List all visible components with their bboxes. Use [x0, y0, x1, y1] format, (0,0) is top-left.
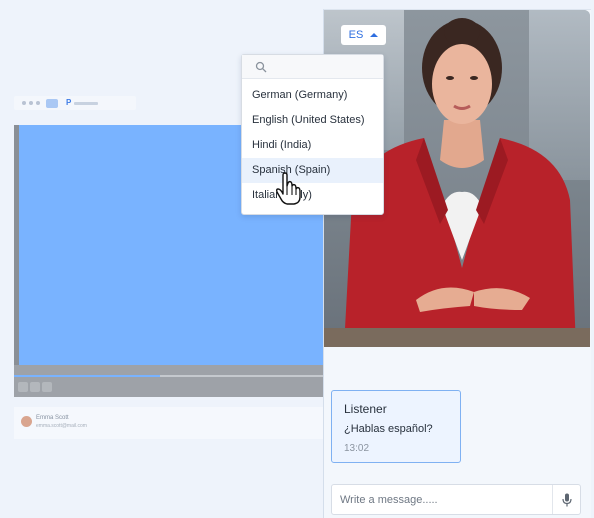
camera-icon: [46, 99, 58, 108]
timeline-progress-fill: [14, 375, 160, 377]
language-option-spanish[interactable]: Spanish (Spain): [242, 158, 383, 183]
message-composer: [331, 484, 581, 515]
rewind-button[interactable]: [18, 382, 28, 392]
app-logo: P: [66, 98, 72, 107]
chat-message: Listener ¿Hablas español? 13:02: [331, 390, 461, 463]
language-option-italian[interactable]: Italian (Italy): [242, 183, 383, 208]
language-option-german[interactable]: German (Germany): [242, 83, 383, 108]
search-icon: [255, 61, 267, 73]
forward-button[interactable]: [42, 382, 52, 392]
message-text: ¿Hablas español?: [344, 423, 433, 435]
language-dropdown: German (Germany) English (United States)…: [241, 54, 384, 215]
owner-name: Emma Scott: [36, 415, 69, 421]
hand-pointer-icon: [275, 172, 301, 205]
language-selector[interactable]: ES: [341, 25, 386, 45]
timeline-progress[interactable]: [14, 375, 324, 377]
player-buttons: [18, 382, 52, 392]
microphone-icon: [562, 493, 572, 506]
player-controls: [14, 365, 324, 397]
app-title-placeholder: [74, 102, 98, 105]
language-option-hindi[interactable]: Hindi (India): [242, 133, 383, 158]
owner-bar: Emma Scott emma.scott@mail.com: [14, 407, 324, 439]
message-input[interactable]: [340, 485, 540, 514]
message-time: 13:02: [344, 443, 370, 454]
language-search[interactable]: [242, 55, 383, 79]
window-dots: [22, 101, 40, 105]
avatar: [21, 416, 32, 427]
language-code: ES: [348, 29, 364, 41]
caret-up-icon: [370, 33, 379, 37]
owner-email: emma.scott@mail.com: [36, 423, 87, 429]
language-option-english[interactable]: English (United States): [242, 108, 383, 133]
microphone-button[interactable]: [552, 485, 581, 514]
message-sender: Listener: [344, 402, 387, 416]
play-button[interactable]: [30, 382, 40, 392]
